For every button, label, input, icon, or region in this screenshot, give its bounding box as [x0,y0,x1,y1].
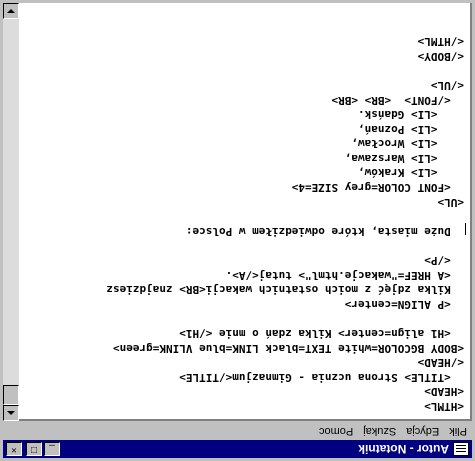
code-line: <A HREF="wakacje.html"> tutaj</A>. [225,268,464,282]
code-line: Duże miasta, które odwiedziłem w Polsce: [185,224,464,238]
code-line: <P ALIGN=center> [344,297,464,311]
menu-search[interactable]: Szukaj [358,425,401,437]
window-title: Autor - Notatnik [358,442,449,456]
code-line: <HTML> [424,400,464,413]
code-line: <FONT COLOR=grey SIZE=4> [291,181,464,195]
code-line: </P> [424,254,464,268]
code-line: </HEAD> [417,356,464,370]
title-bar[interactable]: Autor - Notatnik _ □ × [3,440,472,458]
code-line: <TITLE> Strona ucznia - Gimnazjum</TITLE… [179,370,464,384]
scroll-down-button[interactable] [3,3,19,19]
menu-bar: Plik Edycja Szukaj Pomoc [3,423,472,439]
code-line: <BODY BGCOLOR=white TEXT=black LINK=blue… [113,341,464,355]
code-line: <LI> Warszawa, [344,151,464,165]
arrow-up-icon [7,411,15,415]
code-line: </BODY> [417,49,464,63]
vertical-scrollbar[interactable] [3,3,19,421]
code-line: <UL> [437,195,465,209]
scroll-thumb[interactable] [3,385,19,405]
source-lines: <HTML> <HEAD> <TITLE> Strona ucznia - Gi… [106,34,464,413]
notepad-window: Autor - Notatnik _ □ × Plik Edycja Szuka… [0,0,475,461]
menu-help[interactable]: Pomoc [314,425,358,437]
arrow-down-icon [7,9,15,13]
code-line: </HTML> [417,35,464,49]
code-line: <LI> Gdańsk. [358,108,464,122]
code-line: <LI> Wrocław, [351,137,464,151]
code-line: <LI> Kraków, [358,166,464,180]
code-line: </FONT> <BR> <BR> [331,93,464,107]
text-editor-area[interactable]: <HTML> <HEAD> <TITLE> Strona ucznia - Gi… [19,3,472,421]
notepad-icon [453,442,469,456]
menu-edit[interactable]: Edycja [401,425,444,437]
maximize-button[interactable]: □ [26,442,42,456]
code-line: Kilka zdjęć z moich ostatnich wakacji<BR… [106,283,464,297]
scroll-up-button[interactable] [3,405,19,421]
code-line: <LI> Poznań, [358,122,464,136]
minimize-button[interactable]: _ [44,442,60,456]
rotated-content: Autor - Notatnik _ □ × Plik Edycja Szuka… [0,0,475,461]
code-line: </UL> [430,78,464,92]
code-line: <H1 align=center> Kilka zdań o mnie </H1… [179,327,464,341]
text-caret [465,223,466,235]
menu-file[interactable]: Plik [444,425,472,437]
close-button[interactable]: × [6,442,22,456]
code-line: <HEAD> [424,385,464,399]
